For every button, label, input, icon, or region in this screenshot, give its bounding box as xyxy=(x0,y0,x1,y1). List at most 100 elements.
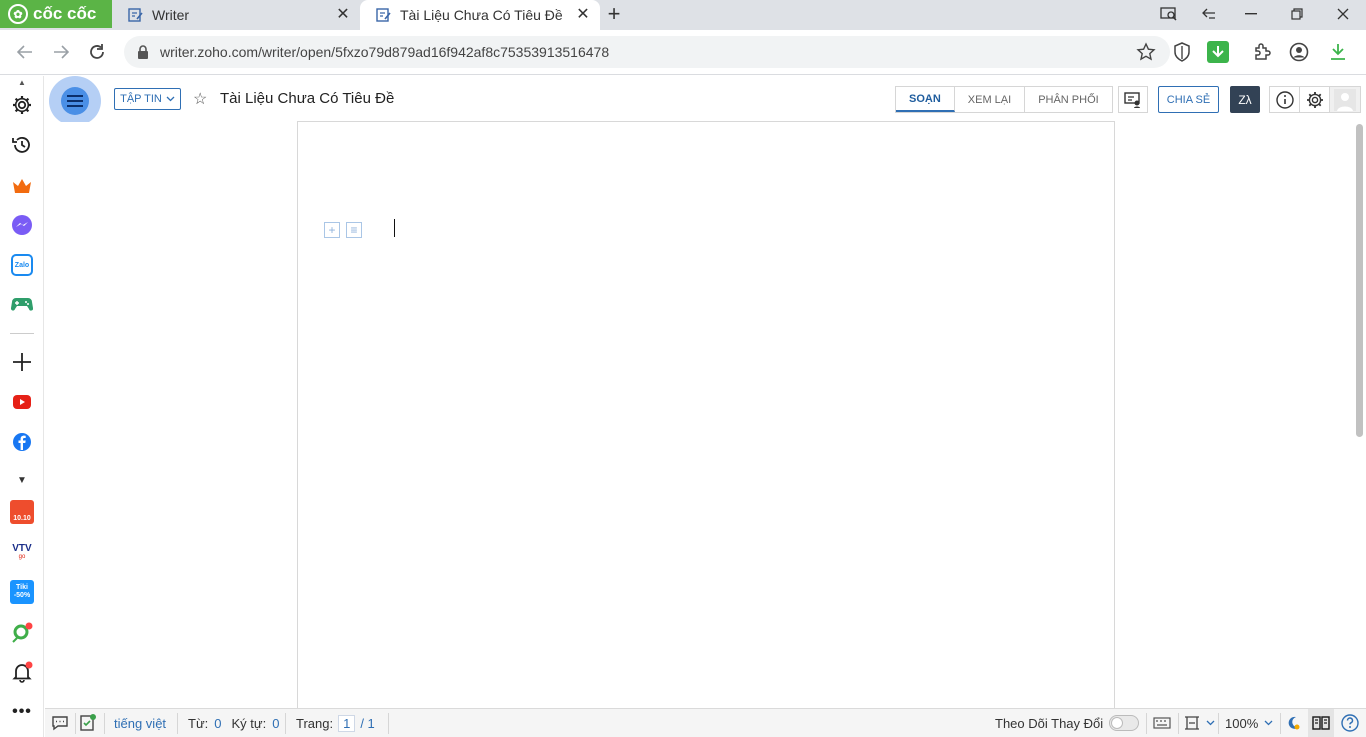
divider xyxy=(1280,713,1281,734)
downloads-icon[interactable] xyxy=(1327,41,1349,63)
scroll-up-icon[interactable]: ▲ xyxy=(18,78,26,87)
close-tab-icon[interactable]: ✕ xyxy=(334,6,352,24)
mode-tabs: SOẠN XEM LẠI PHÂN PHỐI xyxy=(895,86,1113,113)
page-total: / 1 xyxy=(360,715,375,731)
shield-icon[interactable] xyxy=(1171,41,1193,63)
words-value: 0 xyxy=(214,715,222,731)
track-changes-toggle[interactable] xyxy=(1109,715,1140,731)
paragraph-options-icon[interactable]: ≡ xyxy=(346,222,362,238)
divider xyxy=(1178,713,1179,734)
browser-sidebar: ▲ Zalo ▼ 10.10 VTV go Tiki -50% ••• xyxy=(0,76,44,737)
facebook-icon[interactable] xyxy=(10,430,34,454)
tiki-sub-label: -50% xyxy=(13,592,31,599)
lollipop-icon[interactable] xyxy=(10,620,34,644)
crown-icon[interactable] xyxy=(10,174,34,198)
text-cursor xyxy=(394,219,395,237)
comments-icon[interactable] xyxy=(51,709,69,737)
profile-icon[interactable] xyxy=(1288,41,1310,63)
track-changes-label: Theo Dõi Thay Đổi xyxy=(995,715,1104,731)
scrollbar-thumb[interactable] xyxy=(1356,124,1363,437)
tab-distribute[interactable]: PHÂN PHỐI xyxy=(1025,87,1112,112)
coccoc-menu-button[interactable]: ✿ cốc cốc xyxy=(0,0,112,28)
divider xyxy=(1146,713,1147,734)
status-bar: tiếng việt Từ: 0 Ký tự: 0 Trang: 1 / 1 T… xyxy=(45,708,1366,737)
history-icon[interactable] xyxy=(10,133,34,157)
download-savior-icon[interactable] xyxy=(1207,41,1229,63)
url-text: writer.zoho.com/writer/open/5fxzo79d879a… xyxy=(160,44,610,60)
new-tab-button[interactable]: + xyxy=(603,3,625,26)
chars-value: 0 xyxy=(272,715,280,731)
reload-icon[interactable] xyxy=(84,39,110,65)
sidebar-divider xyxy=(10,333,34,334)
help-icon[interactable] xyxy=(1341,709,1359,737)
close-tab-icon[interactable]: ✕ xyxy=(574,6,592,24)
minimize-icon[interactable] xyxy=(1228,0,1274,28)
more-icon[interactable]: ••• xyxy=(10,700,34,724)
extensions-puzzle-icon[interactable] xyxy=(1251,41,1273,63)
writer-doc-icon xyxy=(376,8,391,22)
chars-label: Ký tự: xyxy=(231,715,267,731)
reading-view-icon[interactable] xyxy=(1308,709,1334,737)
info-icon[interactable] xyxy=(1270,87,1300,112)
coccoc-logo-icon: ✿ xyxy=(8,4,28,24)
notification-icon[interactable] xyxy=(10,660,34,684)
restore-icon[interactable] xyxy=(1274,0,1320,28)
tab-review[interactable]: XEM LẠI xyxy=(955,87,1026,112)
game-icon[interactable] xyxy=(10,292,34,316)
file-menu-button[interactable]: TẬP TIN xyxy=(114,88,181,110)
zalo-icon[interactable]: Zalo xyxy=(10,253,34,277)
zia-button[interactable]: Zλ xyxy=(1230,86,1260,113)
writer-header: TẬP TIN ☆ Tài Liệu Chưa Có Tiêu Đề SOẠN … xyxy=(45,76,1366,126)
document-title[interactable]: Tài Liệu Chưa Có Tiêu Đề xyxy=(220,90,394,107)
divider xyxy=(177,713,178,734)
shopee-icon[interactable]: 10.10 xyxy=(10,500,34,524)
checklist-icon[interactable] xyxy=(80,709,96,737)
night-mode-icon[interactable] xyxy=(1285,709,1301,737)
chevron-down-icon xyxy=(1206,720,1215,726)
browser-toolbar: writer.zoho.com/writer/open/5fxzo79d879a… xyxy=(0,30,1366,75)
settings-icon[interactable] xyxy=(10,93,34,117)
lock-icon xyxy=(138,45,148,59)
tab-title: Writer xyxy=(152,7,190,23)
back-icon[interactable] xyxy=(12,39,38,65)
close-window-icon[interactable] xyxy=(1320,0,1366,28)
divider xyxy=(104,713,105,734)
insert-plus-icon[interactable]: + xyxy=(324,222,340,238)
avatar[interactable] xyxy=(1330,87,1360,112)
sidebar-toggle-icon[interactable] xyxy=(1186,0,1232,28)
add-icon[interactable] xyxy=(10,350,34,374)
zoom-value: 100% xyxy=(1225,715,1259,731)
language-selector[interactable]: tiếng việt xyxy=(114,709,166,737)
divider xyxy=(75,713,76,734)
bookmark-star-icon[interactable] xyxy=(1135,41,1157,63)
track-changes[interactable]: Theo Dõi Thay Đổi xyxy=(995,709,1140,737)
document-page[interactable]: + ≡ xyxy=(297,121,1115,721)
zoom-select[interactable]: 100% xyxy=(1225,709,1273,737)
browser-tab-strip: ✿ cốc cốc Writer ✕ Tài Liệu Chưa Có Tiêu… xyxy=(0,0,1366,30)
share-button[interactable]: CHIA SẺ xyxy=(1158,86,1219,113)
tiki-icon[interactable]: Tiki -50% xyxy=(10,580,34,604)
header-utility-buttons xyxy=(1269,86,1361,113)
divider xyxy=(388,713,389,734)
vtv-go-icon[interactable]: VTV go xyxy=(10,540,34,564)
chevron-down-icon xyxy=(166,96,175,102)
words-label: Từ: xyxy=(188,715,209,731)
tiki-label: Tiki xyxy=(16,584,28,591)
vtv-label: VTV xyxy=(12,542,32,554)
menu-hamburger-icon[interactable] xyxy=(49,76,101,126)
favorite-star-icon[interactable]: ☆ xyxy=(193,89,207,109)
tab-document[interactable]: Tài Liệu Chưa Có Tiêu Đề ✕ xyxy=(360,0,600,30)
tab-compose[interactable]: SOẠN xyxy=(896,87,955,112)
forward-icon[interactable] xyxy=(48,39,74,65)
address-bar[interactable]: writer.zoho.com/writer/open/5fxzo79d879a… xyxy=(124,36,1170,68)
present-button[interactable] xyxy=(1118,86,1148,113)
keyboard-icon[interactable] xyxy=(1153,709,1171,737)
youtube-icon[interactable] xyxy=(10,390,34,414)
more-down-icon[interactable]: ▼ xyxy=(10,468,34,492)
vertical-scrollbar[interactable] xyxy=(1354,122,1366,708)
tab-writer[interactable]: Writer ✕ xyxy=(112,0,360,30)
page-layout-icon[interactable] xyxy=(1184,709,1215,737)
page-current-input[interactable]: 1 xyxy=(338,714,356,732)
gear-icon[interactable] xyxy=(1300,87,1330,112)
messenger-icon[interactable] xyxy=(10,213,34,237)
